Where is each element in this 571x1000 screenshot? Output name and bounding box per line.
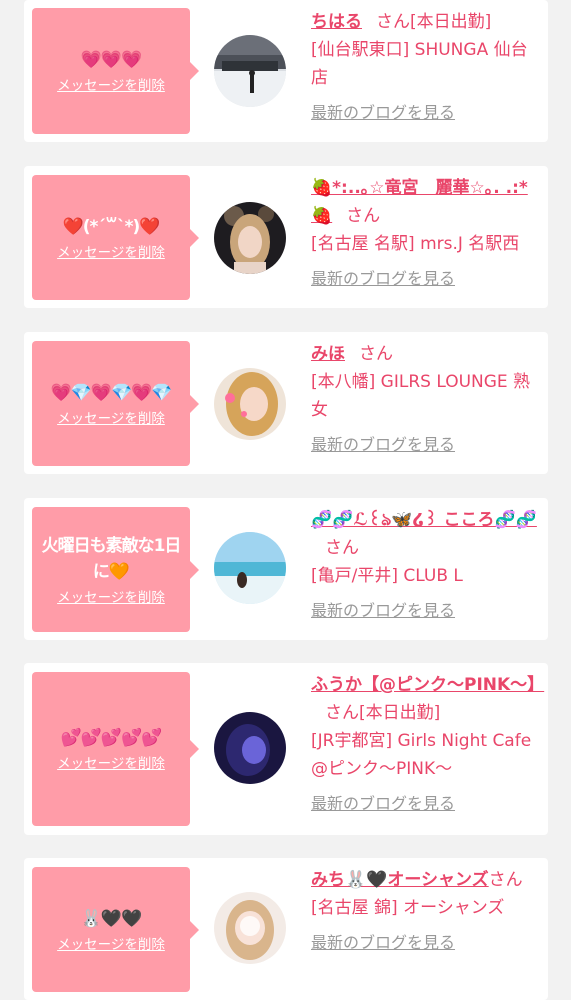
- girl-name-link[interactable]: みほ: [311, 344, 345, 364]
- shop-name: [名古屋 名駅] mrs.J 名駅西: [311, 234, 520, 254]
- avatar[interactable]: [214, 35, 286, 107]
- girl-name-link[interactable]: みち🐰🖤オーシャンズ: [311, 870, 489, 890]
- avatar[interactable]: [214, 368, 286, 440]
- delete-message-link[interactable]: メッセージを削除: [57, 589, 165, 607]
- message-text: 火曜日も素敵な1日に🧡: [41, 535, 182, 582]
- attendance-tag: [本日出勤]: [359, 703, 441, 723]
- delete-message-link[interactable]: メッセージを削除: [57, 755, 165, 773]
- delete-message-link[interactable]: メッセージを削除: [57, 244, 165, 262]
- girl-name-link[interactable]: ふうか【@ピンク〜PINK〜】: [311, 675, 544, 695]
- delete-message-link[interactable]: メッセージを削除: [57, 936, 165, 954]
- favorite-card: 火曜日も素敵な1日に🧡 メッセージを削除 🧬🧬ℒ꒰ঌ🦋໒꒱ こころ🧬🧬 さん [亀…: [24, 498, 548, 640]
- message-bubble: 💗💗💗 メッセージを削除: [32, 8, 199, 134]
- message-bubble: 火曜日も素敵な1日に🧡 メッセージを削除: [32, 507, 199, 632]
- shop-name: [仙台駅東口] SHUNGA 仙台店: [311, 40, 528, 88]
- girl-info: 🍓*:..｡☆竜宮 麗華☆｡. .:*🍓 さん [名古屋 名駅] mrs.J 名駅…: [311, 174, 543, 290]
- shop-name: [JR宇都宮] Girls Night Cafe @ピンク〜PINK〜: [311, 731, 532, 779]
- blog-link[interactable]: 最新のブログを見る: [311, 932, 543, 954]
- honorific: さん: [346, 206, 381, 226]
- avatar[interactable]: [214, 712, 286, 784]
- girl-name-link[interactable]: ちはる: [311, 12, 362, 32]
- avatar[interactable]: [214, 202, 286, 274]
- message-text: 💗💎💗💎💗💎: [50, 382, 172, 403]
- girl-info: ちはる さん[本日出勤] [仙台駅東口] SHUNGA 仙台店 最新のブログを見る: [311, 8, 543, 124]
- avatar[interactable]: [214, 892, 286, 964]
- delete-message-link[interactable]: メッセージを削除: [57, 77, 165, 95]
- girl-info: ふうか【@ピンク〜PINK〜】さん[本日出勤] [JR宇都宮] Girls Ni…: [311, 671, 544, 815]
- message-bubble: 🐰🖤🖤 メッセージを削除: [32, 867, 199, 992]
- blog-link[interactable]: 最新のブログを見る: [311, 793, 543, 815]
- girl-name-link[interactable]: 🍓*:..｡☆竜宮 麗華☆｡. .:*🍓: [311, 178, 528, 226]
- message-bubble: 💕💕💕💕💕 メッセージを削除: [32, 672, 199, 826]
- girl-info: みほ さん [本八幡] GILRS LOUNGE 熟女 最新のブログを見る: [311, 340, 543, 456]
- girl-info: みち🐰🖤オーシャンズさん [名古屋 錦] オーシャンズ 最新のブログを見る: [311, 866, 543, 954]
- avatar[interactable]: [214, 532, 286, 604]
- favorite-card: 💗💗💗 メッセージを削除 ちはる さん[本日出勤] [仙台駅東口] SHUNGA …: [24, 0, 548, 142]
- shop-name: [名古屋 錦] オーシャンズ: [311, 898, 505, 918]
- favorite-card: 💕💕💕💕💕 メッセージを削除 ふうか【@ピンク〜PINK〜】さん[本日出勤] […: [24, 663, 548, 835]
- message-text: 💕💕💕💕💕: [60, 728, 163, 748]
- message-text: 🐰🖤🖤: [80, 908, 143, 929]
- honorific: さん: [359, 344, 393, 364]
- attendance-tag: [本日出勤]: [410, 12, 492, 32]
- girl-info: 🧬🧬ℒ꒰ঌ🦋໒꒱ こころ🧬🧬 さん [亀戸/平井] CLUB L 最新のブログを見…: [311, 506, 543, 622]
- message-text: ❤️(*´꒳`*)❤️: [62, 216, 161, 237]
- shop-name: [本八幡] GILRS LOUNGE 熟女: [311, 372, 531, 420]
- favorite-card: ❤️(*´꒳`*)❤️ メッセージを削除 🍓*:..｡☆竜宮 麗華☆｡. .:*…: [24, 166, 548, 308]
- honorific: さん: [325, 538, 359, 558]
- message-text: 💗💗💗: [80, 50, 143, 70]
- honorific: さん: [488, 870, 523, 890]
- favorite-card: 💗💎💗💎💗💎 メッセージを削除 みほ さん [本八幡] GILRS LOUNGE …: [24, 332, 548, 474]
- girl-name-link[interactable]: 🧬🧬ℒ꒰ঌ🦋໒꒱ こころ🧬🧬: [311, 510, 537, 530]
- blog-link[interactable]: 最新のブログを見る: [311, 268, 543, 290]
- message-bubble: ❤️(*´꒳`*)❤️ メッセージを削除: [32, 175, 199, 300]
- blog-link[interactable]: 最新のブログを見る: [311, 434, 543, 456]
- blog-link[interactable]: 最新のブログを見る: [311, 600, 543, 622]
- blog-link[interactable]: 最新のブログを見る: [311, 102, 543, 124]
- shop-name: [亀戸/平井] CLUB L: [311, 566, 463, 586]
- message-bubble: 💗💎💗💎💗💎 メッセージを削除: [32, 341, 199, 466]
- delete-message-link[interactable]: メッセージを削除: [57, 410, 165, 428]
- honorific: さん: [325, 703, 359, 723]
- favorite-card: 🐰🖤🖤 メッセージを削除 みち🐰🖤オーシャンズさん [名古屋 錦] オーシャンズ…: [24, 858, 548, 1000]
- honorific: さん: [376, 12, 410, 32]
